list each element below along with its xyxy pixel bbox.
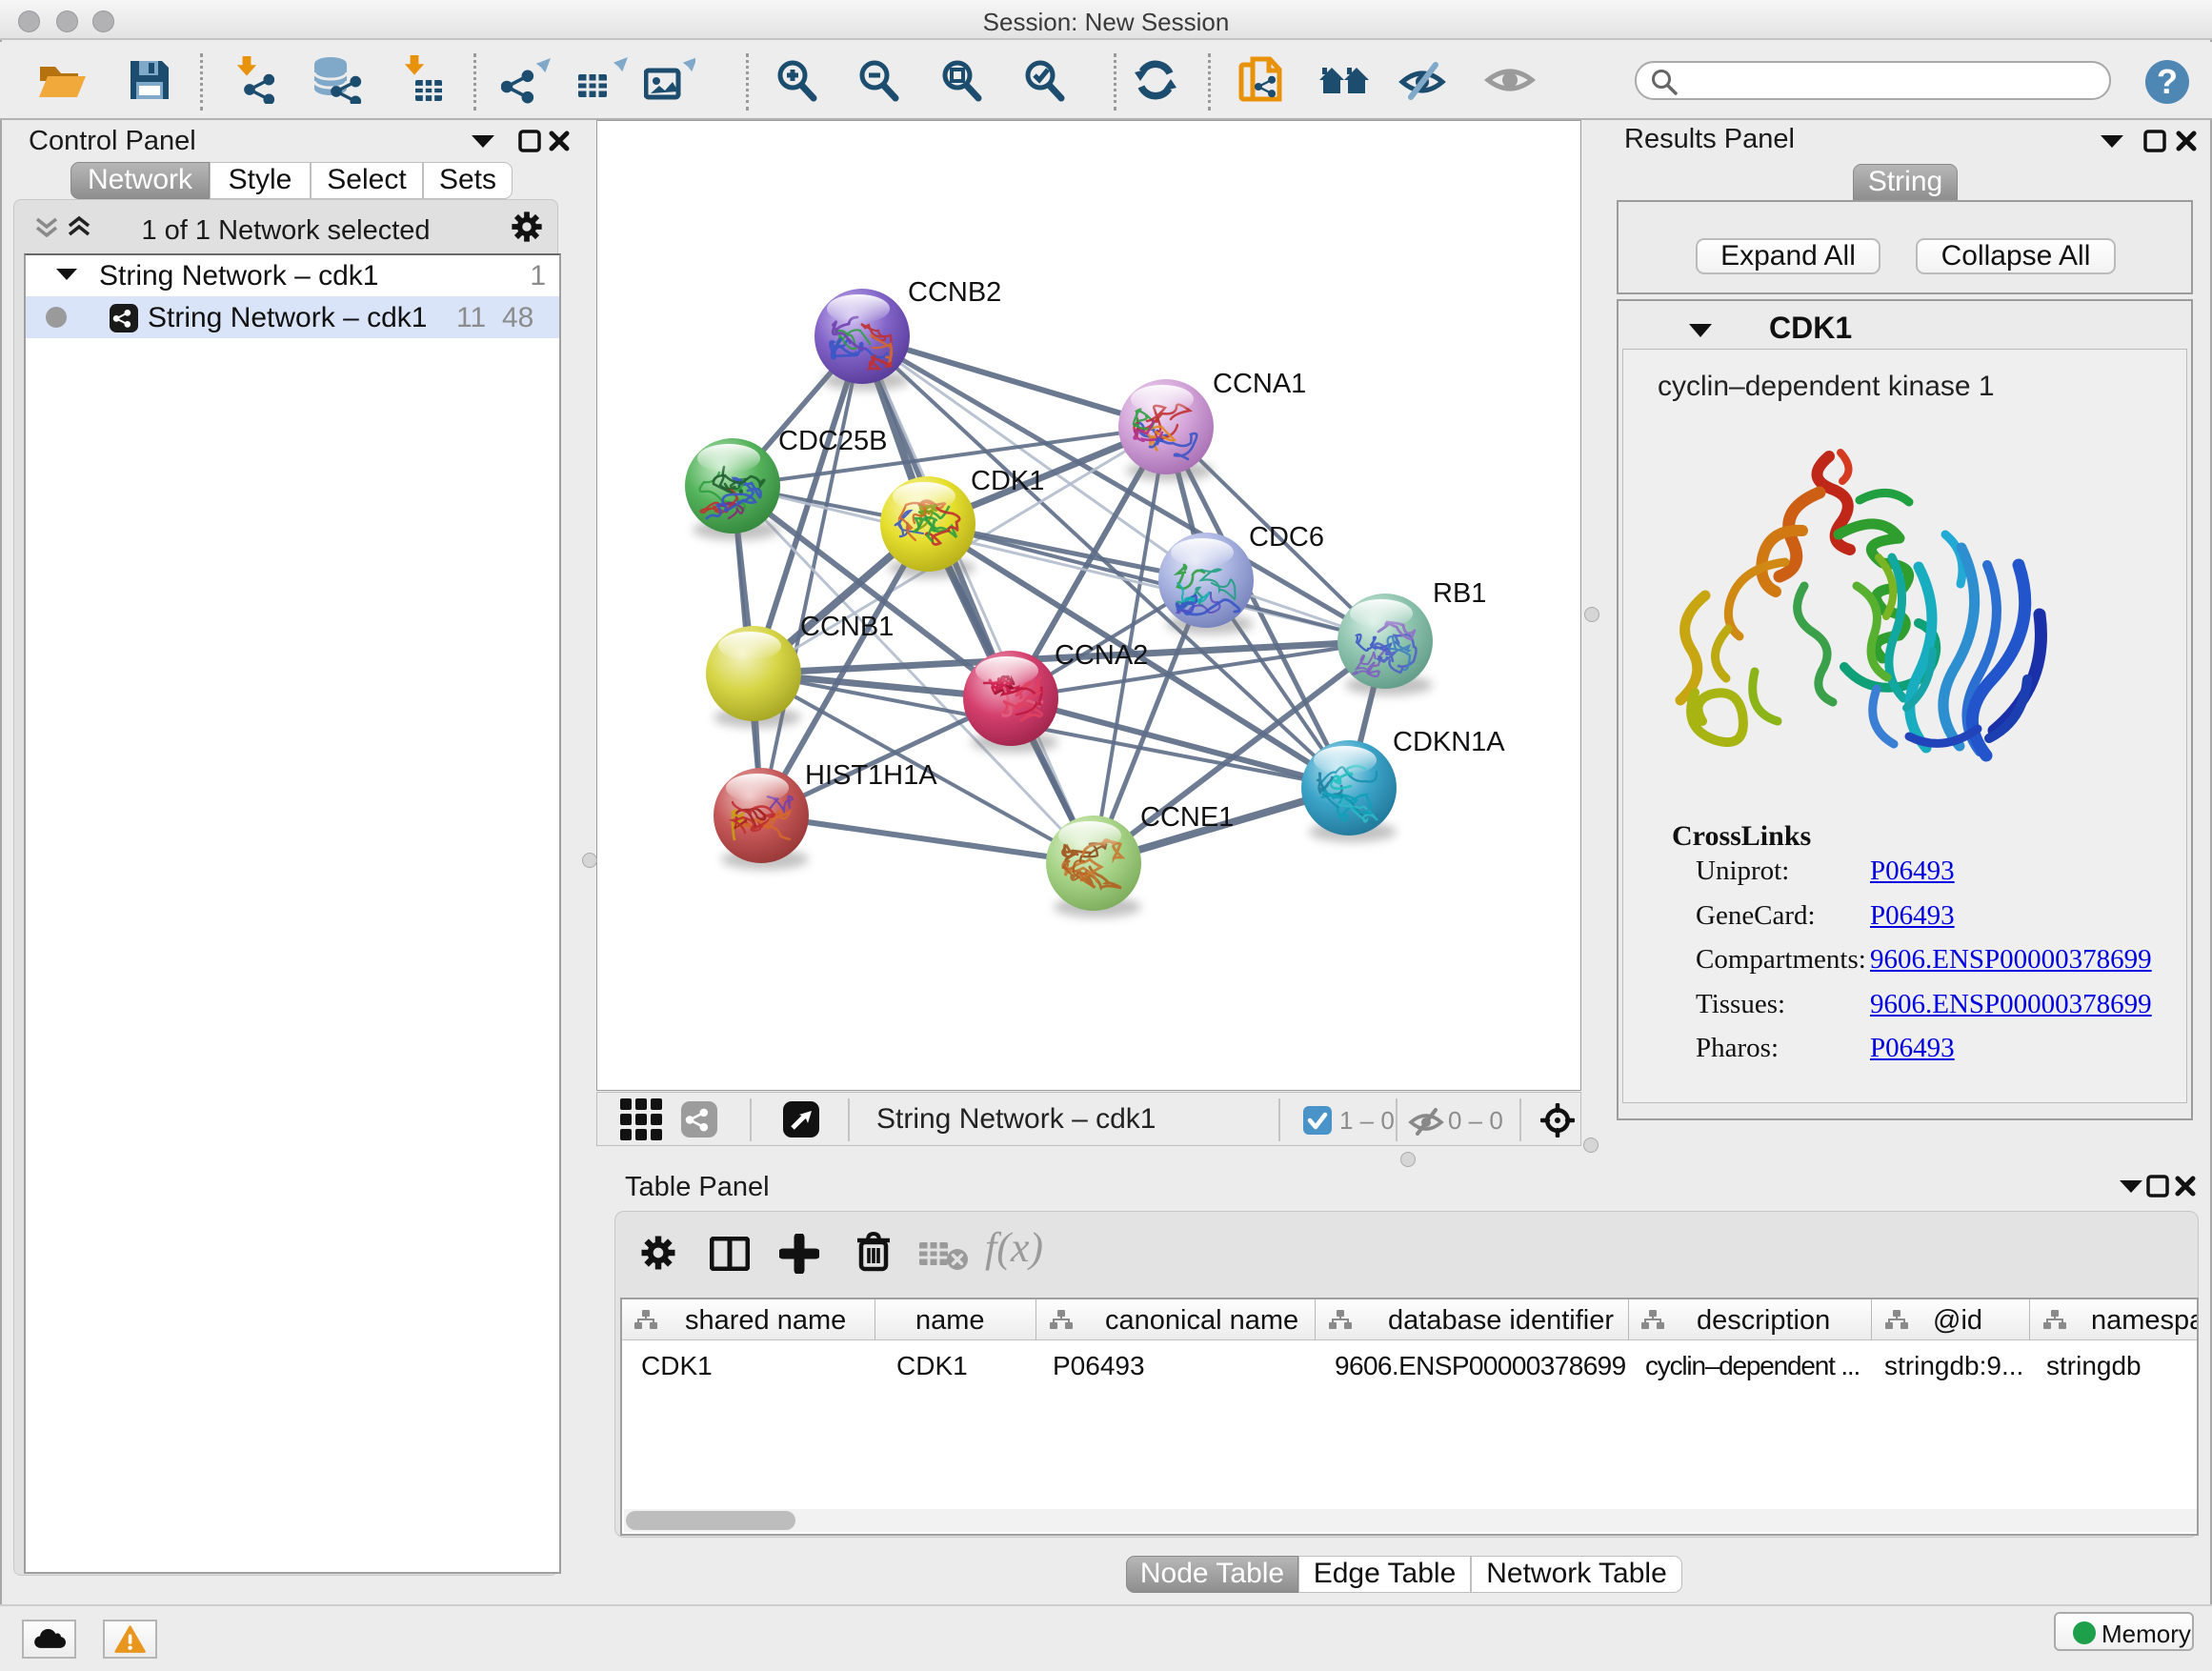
- svg-text:CCNA1: CCNA1: [1213, 369, 1306, 399]
- svg-text:CDC25B: CDC25B: [778, 426, 887, 456]
- svg-text:CDK1: CDK1: [971, 466, 1044, 496]
- svg-text:CCNB1: CCNB1: [800, 612, 894, 642]
- svg-text:HIST1H1A: HIST1H1A: [805, 760, 937, 791]
- svg-text:RB1: RB1: [1433, 578, 1486, 609]
- svg-text:CCNE1: CCNE1: [1140, 802, 1234, 833]
- svg-text:CDC6: CDC6: [1249, 522, 1324, 553]
- svg-text:CDKN1A: CDKN1A: [1393, 727, 1505, 757]
- svg-text:CCNA2: CCNA2: [1055, 640, 1148, 671]
- svg-text:CCNB2: CCNB2: [908, 277, 1001, 308]
